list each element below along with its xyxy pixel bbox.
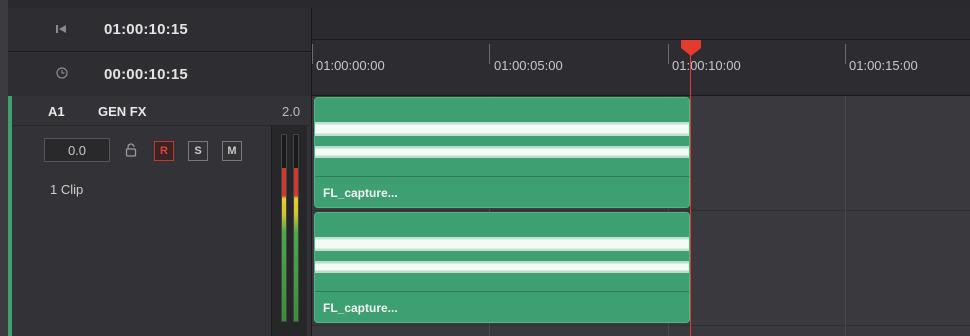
timecode-row-current: 01:00:10:15 (8, 8, 312, 52)
duration-timecode: 00:00:10:15 (104, 65, 188, 83)
waveform (315, 122, 689, 158)
ruler-label: 01:00:15:00 (849, 58, 918, 73)
meter-right-channel (293, 134, 299, 322)
track-channel-format: 2.0 (282, 104, 301, 119)
window-edge (0, 0, 8, 336)
audio-level-meter (271, 126, 307, 336)
clip-count: 1 Clip (50, 182, 84, 197)
audio-clip[interactable]: FL_capture... (314, 97, 690, 208)
audio-clip[interactable]: FL_capture... (314, 212, 690, 323)
clip-name: FL_capture... (323, 186, 398, 200)
meter-left-fill (282, 168, 286, 321)
grid-line (845, 96, 846, 336)
timeline-ruler[interactable]: 01:00:00:00 01:00:05:00 01:00:10:00 01:0… (312, 40, 970, 96)
ruler-tick (845, 44, 846, 64)
ruler-tick (312, 44, 313, 64)
clip-divider (315, 176, 689, 177)
clock-icon (8, 66, 104, 82)
ruler-label: 01:00:10:00 (672, 58, 741, 73)
track-name-row: A1 GEN FX 2.0 (8, 96, 312, 126)
track-id: A1 (48, 104, 65, 119)
solo-button[interactable]: S (188, 141, 208, 161)
ruler-header-strip (312, 8, 970, 40)
skip-to-start-icon[interactable] (8, 23, 104, 37)
playhead-line[interactable] (690, 48, 691, 336)
mute-button[interactable]: M (222, 141, 242, 161)
playhead-handle-icon[interactable] (681, 40, 701, 56)
lock-icon[interactable] (124, 143, 138, 157)
clip-name: FL_capture... (323, 301, 398, 315)
meter-right-fill (294, 168, 298, 321)
track-header-a1: A1 GEN FX 2.0 0.0 R S M 1 Clip (8, 96, 312, 336)
record-arm-button[interactable]: R (154, 141, 174, 161)
ruler-tick (489, 44, 490, 64)
track-name[interactable]: GEN FX (98, 104, 146, 119)
current-timecode: 01:00:10:15 (104, 21, 188, 38)
audio-timeline-window: 01:00:10:15 00:00:10:15 01:00:00:00 01:0… (0, 0, 970, 336)
ruler-tick (668, 44, 669, 64)
timecode-row-duration: 00:00:10:15 (8, 52, 312, 96)
ruler-label: 01:00:00:00 (316, 58, 385, 73)
timecode-panel: 01:00:10:15 00:00:10:15 (8, 8, 312, 96)
track-volume-field[interactable]: 0.0 (44, 138, 110, 162)
clip-divider (315, 291, 689, 292)
ruler-label: 01:00:05:00 (494, 58, 563, 73)
track-color-accent (8, 96, 12, 336)
meter-left-channel (281, 134, 287, 322)
waveform (315, 237, 689, 273)
